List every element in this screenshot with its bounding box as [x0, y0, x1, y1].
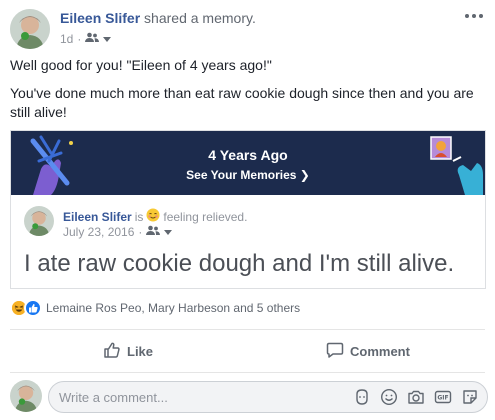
feeling-text: feeling relieved. — [163, 209, 248, 224]
friends-icon[interactable] — [146, 225, 161, 239]
avatar-sticker-icon[interactable] — [353, 388, 371, 406]
shared-memory-post[interactable]: Eileen Slifer is feeling relieved. July … — [11, 195, 485, 288]
comment-tools: GIF — [353, 388, 479, 406]
emoji-icon[interactable] — [380, 388, 398, 406]
memory-card[interactable]: 4 Years Ago See Your Memories ❯ Eileen S… — [10, 130, 486, 289]
chevron-down-icon[interactable] — [103, 32, 112, 46]
divider — [10, 372, 485, 373]
party-hand-illustration — [30, 135, 73, 195]
memory-status-text: I ate raw cookie dough and I'm still ali… — [24, 250, 455, 277]
comment-composer: GIF — [10, 380, 488, 414]
current-user-avatar[interactable] — [10, 380, 42, 412]
svg-text:GIF: GIF — [437, 395, 448, 402]
reactions-names[interactable]: Lemaine Ros Peo, Mary Harbeson and 5 oth… — [46, 301, 300, 315]
post-header: Eileen Slifer shared a memory. 1d · — [10, 9, 485, 49]
reaction-icons — [10, 299, 42, 317]
memory-meta: July 23, 2016 · — [63, 225, 173, 239]
author-avatar[interactable] — [10, 9, 50, 49]
divider — [10, 329, 485, 330]
like-button[interactable]: Like — [103, 337, 153, 365]
author-name[interactable]: Eileen Slifer — [60, 10, 140, 26]
more-options-button[interactable] — [463, 9, 485, 23]
see-memories-link[interactable]: See Your Memories ❯ — [11, 168, 485, 182]
friends-icon[interactable] — [85, 32, 100, 46]
memory-author-name[interactable]: Eileen Slifer — [63, 210, 132, 224]
post-body: Well good for you! "Eileen of 4 years ag… — [10, 56, 488, 131]
post-action-text: shared a memory. — [144, 10, 256, 26]
chevron-right-icon: ❯ — [299, 168, 310, 182]
memory-title: 4 Years Ago — [208, 147, 288, 163]
chevron-down-icon[interactable] — [164, 225, 173, 239]
memory-author-avatar[interactable] — [24, 206, 54, 236]
camera-icon[interactable] — [407, 388, 425, 406]
comment-button[interactable]: Comment — [326, 337, 410, 365]
post-meta: 1d · — [60, 32, 112, 46]
comment-input[interactable] — [59, 382, 319, 412]
memory-banner[interactable]: 4 Years Ago See Your Memories ❯ — [11, 131, 485, 195]
photo-hand-illustration — [430, 136, 483, 195]
thumbs-up-icon — [103, 341, 121, 362]
like-reaction-icon — [24, 299, 42, 317]
memory-date[interactable]: July 23, 2016 — [63, 225, 134, 239]
post-timestamp[interactable]: 1d — [60, 32, 73, 46]
sticker-icon[interactable] — [461, 388, 479, 406]
memory-author-line: Eileen Slifer is feeling relieved. — [63, 208, 248, 225]
gif-icon[interactable]: GIF — [434, 388, 452, 406]
post-text-line: You've done much more than eat raw cooki… — [10, 85, 474, 120]
relieved-emoji-icon — [146, 208, 160, 225]
comment-box[interactable]: GIF — [48, 381, 488, 413]
comment-bubble-icon — [326, 341, 344, 362]
author-line: Eileen Slifer shared a memory. — [60, 10, 256, 26]
reactions-summary[interactable]: Lemaine Ros Peo, Mary Harbeson and 5 oth… — [10, 298, 300, 318]
post-text-line: Well good for you! "Eileen of 4 years ag… — [10, 57, 272, 73]
